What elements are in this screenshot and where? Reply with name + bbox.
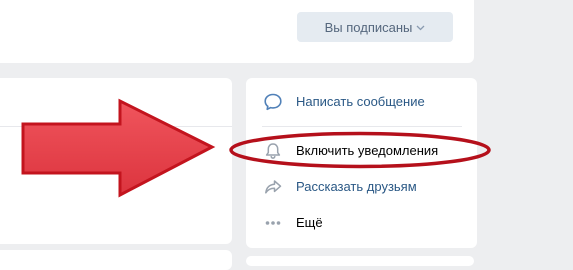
annotation-ellipse bbox=[229, 131, 491, 169]
annotation-overlay bbox=[21, 98, 491, 198]
annotation-arrow bbox=[21, 98, 216, 198]
